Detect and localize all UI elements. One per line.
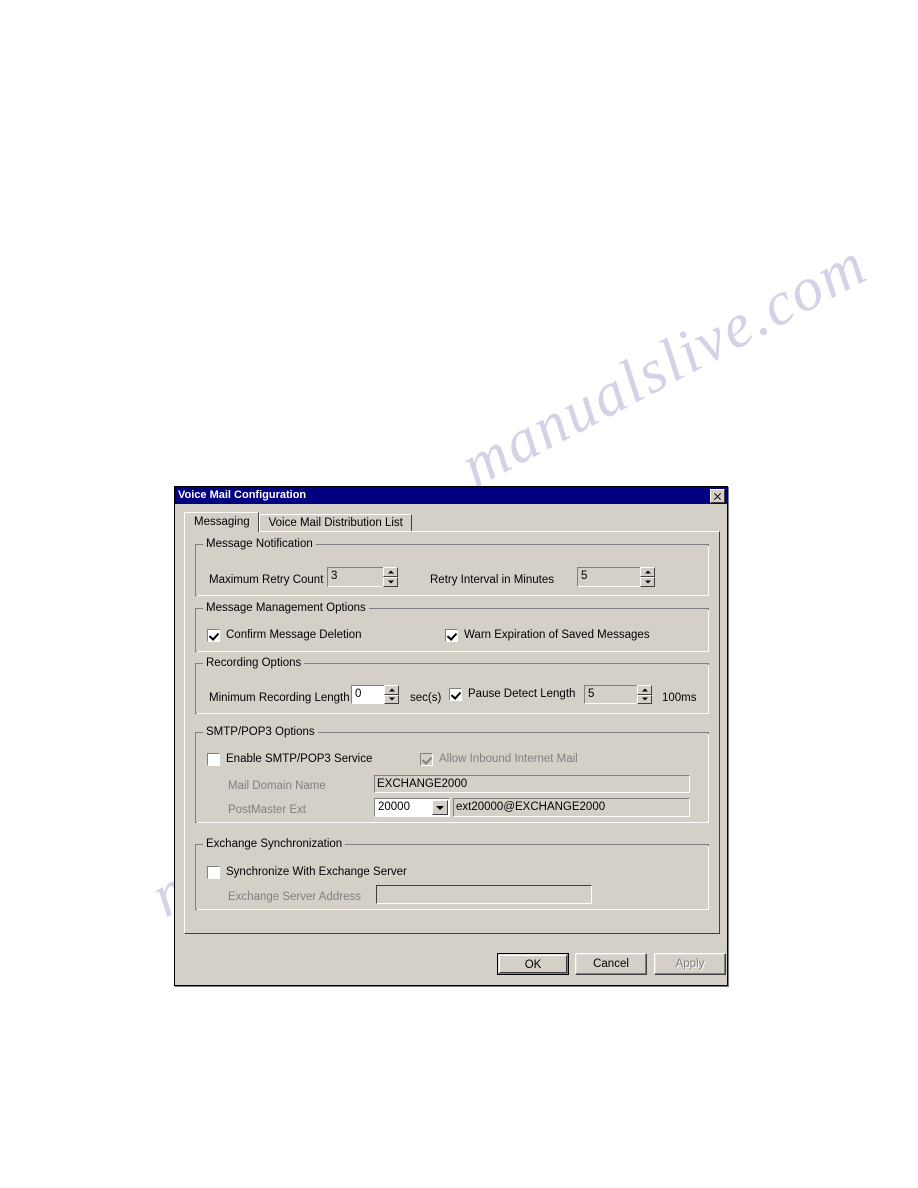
label-retry-interval-in-minutes: Retry Interval in Minutes: [430, 574, 554, 586]
group-recording-options-title: Recording Options: [203, 657, 305, 669]
postmaster-ext-value: 20000: [378, 801, 410, 813]
group-message-management-options-title: Message Management Options: [203, 602, 369, 614]
tab-strip: Messaging Voice Mail Distribution List: [184, 512, 412, 532]
tab-messaging[interactable]: Messaging: [184, 512, 259, 532]
checkbox-icon[interactable]: [207, 628, 220, 642]
maximum-retry-count-value[interactable]: 3: [327, 567, 384, 587]
checkbox-enable-smtp-pop3-service-label: Enable SMTP/POP3 Service: [226, 753, 373, 765]
postmaster-ext-dropdown[interactable]: 20000: [374, 798, 450, 817]
checkbox-synchronize-with-exchange-server-label: Synchronize With Exchange Server: [226, 866, 407, 878]
retry-interval-stepper[interactable]: 5: [577, 567, 655, 587]
exchange-server-address-field[interactable]: [376, 885, 592, 904]
minimum-recording-length-value[interactable]: 0: [351, 685, 385, 704]
retry-interval-spin-buttons[interactable]: [640, 567, 655, 587]
label-pause-detect-unit: 100ms: [662, 692, 697, 704]
label-mail-domain-name: Mail Domain Name: [228, 780, 326, 792]
dialog-button-bar: OK Cancel Apply: [175, 942, 727, 982]
chevron-down-icon[interactable]: [432, 800, 448, 815]
pause-detect-length-stepper[interactable]: 5: [584, 685, 652, 704]
label-minimum-recording-length: Minimum Recording Length: [209, 692, 350, 704]
mail-domain-name-field[interactable]: EXCHANGE2000: [374, 775, 690, 793]
maximum-retry-count-spin-buttons[interactable]: [383, 567, 398, 587]
checkbox-enable-smtp-pop3-service[interactable]: Enable SMTP/POP3 Service: [207, 752, 372, 766]
checkbox-icon[interactable]: [207, 865, 220, 879]
maximum-retry-count-stepper[interactable]: 3: [327, 567, 398, 587]
label-postmaster-ext: PostMaster Ext: [228, 804, 306, 816]
tab-page-messaging: Message Notification Maximum Retry Count…: [184, 531, 720, 934]
ok-button[interactable]: OK: [497, 953, 569, 975]
postmaster-email-field: ext20000@EXCHANGE2000: [453, 798, 690, 817]
retry-interval-value[interactable]: 5: [577, 567, 641, 587]
group-smtp-pop3-options-title: SMTP/POP3 Options: [203, 726, 318, 738]
checkbox-allow-inbound-internet-mail-label: Allow Inbound Internet Mail: [439, 753, 578, 765]
cancel-button[interactable]: Cancel: [575, 953, 647, 975]
checkbox-icon[interactable]: [207, 752, 220, 766]
spin-up-icon[interactable]: [637, 685, 652, 695]
minimum-recording-length-stepper[interactable]: 0: [351, 685, 399, 704]
checkbox-icon[interactable]: [420, 752, 433, 766]
checkbox-allow-inbound-internet-mail[interactable]: Allow Inbound Internet Mail: [420, 752, 578, 766]
checkbox-icon[interactable]: [449, 687, 462, 701]
spin-down-icon[interactable]: [383, 577, 398, 587]
checkbox-confirm-message-deletion[interactable]: Confirm Message Deletion: [207, 628, 362, 642]
label-exchange-server-address: Exchange Server Address: [228, 891, 361, 903]
spin-down-icon[interactable]: [637, 694, 652, 704]
checkbox-synchronize-with-exchange-server[interactable]: Synchronize With Exchange Server: [207, 865, 407, 879]
pause-detect-length-spin-buttons[interactable]: [637, 685, 652, 704]
checkbox-icon[interactable]: [445, 628, 458, 642]
checkbox-warn-expiration-label: Warn Expiration of Saved Messages: [464, 629, 650, 641]
checkbox-pause-detect-length[interactable]: Pause Detect Length: [449, 687, 575, 701]
checkbox-pause-detect-length-label: Pause Detect Length: [468, 688, 576, 700]
tab-voice-mail-distribution-list[interactable]: Voice Mail Distribution List: [258, 514, 412, 532]
ok-button-label: OK: [499, 955, 567, 973]
apply-button: Apply: [654, 953, 726, 975]
spin-up-icon[interactable]: [383, 567, 398, 577]
minimum-recording-length-spin-buttons[interactable]: [384, 685, 399, 704]
group-exchange-synchronization-title: Exchange Synchronization: [203, 838, 346, 850]
pause-detect-length-value[interactable]: 5: [584, 685, 638, 704]
label-recording-seconds-unit: sec(s): [410, 692, 442, 704]
checkbox-confirm-message-deletion-label: Confirm Message Deletion: [226, 629, 362, 641]
voice-mail-configuration-dialog: Voice Mail Configuration Messaging Voice…: [174, 486, 728, 986]
close-icon[interactable]: [710, 488, 725, 503]
spin-up-icon[interactable]: [640, 567, 655, 577]
dialog-titlebar: Voice Mail Configuration: [175, 487, 727, 504]
checkbox-warn-expiration-of-saved-messages[interactable]: Warn Expiration of Saved Messages: [445, 628, 650, 642]
spin-up-icon[interactable]: [384, 685, 399, 695]
group-message-notification-title: Message Notification: [203, 538, 316, 550]
label-maximum-retry-count: Maximum Retry Count: [209, 574, 324, 586]
spin-down-icon[interactable]: [384, 694, 399, 704]
dialog-title: Voice Mail Configuration: [178, 489, 307, 501]
spin-down-icon[interactable]: [640, 577, 655, 587]
watermark-top: manualslive.com: [450, 229, 878, 501]
